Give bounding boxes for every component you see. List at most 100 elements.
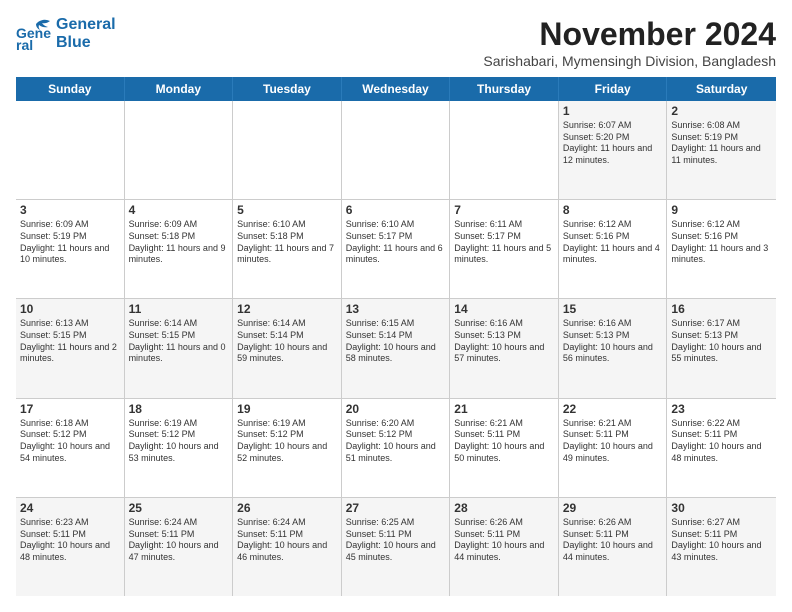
day-num-9: 9 [671, 203, 772, 217]
weekday-monday: Monday [125, 77, 234, 101]
cal-cell-r3-c3: 20Sunrise: 6:20 AM Sunset: 5:12 PM Dayli… [342, 399, 451, 497]
page: Gene ral General Blue November 2024 Sari… [0, 0, 792, 612]
day-num-1: 1 [563, 104, 663, 118]
day-num-27: 27 [346, 501, 446, 515]
cal-row-3: 17 Sunrise: 6:18 AM Sunset: 5:12 PM Dayli… [16, 399, 776, 498]
day-num-10: 10 [20, 302, 120, 316]
cell-text-19: Sunrise: 6:19 AM Sunset: 5:12 PM Dayligh… [237, 418, 337, 465]
cell-text-1: Sunrise: 6:07 AM Sunset: 5:20 PM Dayligh… [563, 120, 663, 167]
cell-text-24: Sunrise: 6:23 AM Sunset: 5:11 PM Dayligh… [20, 517, 120, 564]
day-num-19: 19 [237, 402, 337, 416]
cal-cell-r4-c0: 24 Sunrise: 6:23 AM Sunset: 5:11 PM Dayli… [16, 498, 125, 596]
cell-text-22: Sunrise: 6:21 AM Sunset: 5:11 PM Dayligh… [563, 418, 663, 465]
cell-text-2: Sunrise: 6:08 AM Sunset: 5:19 PM Dayligh… [671, 120, 772, 167]
header: Gene ral General Blue November 2024 Sari… [16, 16, 776, 69]
cal-cell-r2-c0: 10 Sunrise: 6:13 AM Sunset: 5:15 PM Dayli… [16, 299, 125, 397]
cell-text-27: Sunrise: 6:25 AM Sunset: 5:11 PM Dayligh… [346, 517, 446, 564]
day-num-12: 12 [237, 302, 337, 316]
cell-text-8: Sunrise: 6:12 AM Sunset: 5:16 PM Dayligh… [563, 219, 663, 266]
day-num-5: 5 [237, 203, 337, 217]
day-num-4: 4 [129, 203, 229, 217]
cal-cell-r0-c1 [125, 101, 234, 199]
cal-cell-r2-c4: 14Sunrise: 6:16 AM Sunset: 5:13 PM Dayli… [450, 299, 559, 397]
day-num-29: 29 [563, 501, 663, 515]
day-num-24: 24 [20, 501, 120, 515]
cal-row-2: 10 Sunrise: 6:13 AM Sunset: 5:15 PM Dayli… [16, 299, 776, 398]
cell-text-6: Sunrise: 6:10 AM Sunset: 5:17 PM Dayligh… [346, 219, 446, 266]
day-num-22: 22 [563, 402, 663, 416]
cal-cell-r4-c3: 27 Sunrise: 6:25 AM Sunset: 5:11 PM Dayli… [342, 498, 451, 596]
cal-cell-r3-c1: 18Sunrise: 6:19 AM Sunset: 5:12 PM Dayli… [125, 399, 234, 497]
cell-text-7: Sunrise: 6:11 AM Sunset: 5:17 PM Dayligh… [454, 219, 554, 266]
cell-text-12: Sunrise: 6:14 AM Sunset: 5:14 PM Dayligh… [237, 318, 337, 365]
day-num-25: 25 [129, 501, 229, 515]
day-num-30: 30 [671, 501, 772, 515]
cell-text-9: Sunrise: 6:12 AM Sunset: 5:16 PM Dayligh… [671, 219, 772, 266]
weekday-saturday: Saturday [667, 77, 776, 101]
cell-text-15: Sunrise: 6:16 AM Sunset: 5:13 PM Dayligh… [563, 318, 663, 365]
location-title: Sarishabari, Mymensingh Division, Bangla… [483, 53, 776, 69]
cal-cell-r1-c0: 3Sunrise: 6:09 AM Sunset: 5:19 PM Daylig… [16, 200, 125, 298]
cell-text-17: Sunrise: 6:18 AM Sunset: 5:12 PM Dayligh… [20, 418, 120, 465]
cell-text-5: Sunrise: 6:10 AM Sunset: 5:18 PM Dayligh… [237, 219, 337, 266]
calendar-body: 1 Sunrise: 6:07 AM Sunset: 5:20 PM Daylig… [16, 101, 776, 596]
cal-cell-r4-c6: 30 Sunrise: 6:27 AM Sunset: 5:11 PM Dayli… [667, 498, 776, 596]
day-num-23: 23 [671, 402, 772, 416]
day-num-18: 18 [129, 402, 229, 416]
cell-text-3: Sunrise: 6:09 AM Sunset: 5:19 PM Dayligh… [20, 219, 120, 266]
cal-cell-r1-c3: 6 Sunrise: 6:10 AM Sunset: 5:17 PM Daylig… [342, 200, 451, 298]
weekday-sunday: Sunday [16, 77, 125, 101]
cell-text-10: Sunrise: 6:13 AM Sunset: 5:15 PM Dayligh… [20, 318, 120, 365]
cal-cell-r1-c1: 4Sunrise: 6:09 AM Sunset: 5:18 PM Daylig… [125, 200, 234, 298]
cal-cell-r1-c2: 5 Sunrise: 6:10 AM Sunset: 5:18 PM Daylig… [233, 200, 342, 298]
cal-cell-r4-c5: 29 Sunrise: 6:26 AM Sunset: 5:11 PM Dayli… [559, 498, 668, 596]
weekday-wednesday: Wednesday [342, 77, 451, 101]
day-num-17: 17 [20, 402, 120, 416]
cal-cell-r2-c2: 12 Sunrise: 6:14 AM Sunset: 5:14 PM Dayli… [233, 299, 342, 397]
month-title: November 2024 [483, 16, 776, 53]
cal-cell-r3-c2: 19 Sunrise: 6:19 AM Sunset: 5:12 PM Dayli… [233, 399, 342, 497]
logo-line2: Blue [56, 34, 116, 52]
cal-cell-r1-c4: 7 Sunrise: 6:11 AM Sunset: 5:17 PM Daylig… [450, 200, 559, 298]
cal-cell-r0-c4 [450, 101, 559, 199]
cal-cell-r3-c6: 23 Sunrise: 6:22 AM Sunset: 5:11 PM Dayli… [667, 399, 776, 497]
day-num-13: 13 [346, 302, 446, 316]
cal-row-0: 1 Sunrise: 6:07 AM Sunset: 5:20 PM Daylig… [16, 101, 776, 200]
cal-cell-r2-c1: 11Sunrise: 6:14 AM Sunset: 5:15 PM Dayli… [125, 299, 234, 397]
cal-cell-r3-c4: 21Sunrise: 6:21 AM Sunset: 5:11 PM Dayli… [450, 399, 559, 497]
cell-text-16: Sunrise: 6:17 AM Sunset: 5:13 PM Dayligh… [671, 318, 772, 365]
day-num-16: 16 [671, 302, 772, 316]
cal-cell-r3-c5: 22 Sunrise: 6:21 AM Sunset: 5:11 PM Dayli… [559, 399, 668, 497]
cal-cell-r0-c3 [342, 101, 451, 199]
cal-row-4: 24 Sunrise: 6:23 AM Sunset: 5:11 PM Dayli… [16, 498, 776, 596]
cal-cell-r0-c5: 1 Sunrise: 6:07 AM Sunset: 5:20 PM Daylig… [559, 101, 668, 199]
day-num-14: 14 [454, 302, 554, 316]
cell-text-29: Sunrise: 6:26 AM Sunset: 5:11 PM Dayligh… [563, 517, 663, 564]
cell-text-23: Sunrise: 6:22 AM Sunset: 5:11 PM Dayligh… [671, 418, 772, 465]
day-num-6: 6 [346, 203, 446, 217]
cell-text-30: Sunrise: 6:27 AM Sunset: 5:11 PM Dayligh… [671, 517, 772, 564]
cell-text-26: Sunrise: 6:24 AM Sunset: 5:11 PM Dayligh… [237, 517, 337, 564]
day-num-7: 7 [454, 203, 554, 217]
cell-text-28: Sunrise: 6:26 AM Sunset: 5:11 PM Dayligh… [454, 517, 554, 564]
day-num-28: 28 [454, 501, 554, 515]
day-num-2: 2 [671, 104, 772, 118]
day-num-26: 26 [237, 501, 337, 515]
weekday-friday: Friday [559, 77, 668, 101]
cal-row-1: 3Sunrise: 6:09 AM Sunset: 5:19 PM Daylig… [16, 200, 776, 299]
cal-cell-r0-c2 [233, 101, 342, 199]
cal-cell-r0-c0 [16, 101, 125, 199]
cal-cell-r1-c6: 9 Sunrise: 6:12 AM Sunset: 5:16 PM Daylig… [667, 200, 776, 298]
cell-text-13: Sunrise: 6:15 AM Sunset: 5:14 PM Dayligh… [346, 318, 446, 365]
cal-cell-r2-c3: 13 Sunrise: 6:15 AM Sunset: 5:14 PM Dayli… [342, 299, 451, 397]
logo: Gene ral General Blue [16, 16, 116, 52]
title-block: November 2024 Sarishabari, Mymensingh Di… [483, 16, 776, 69]
cal-cell-r4-c1: 25Sunrise: 6:24 AM Sunset: 5:11 PM Dayli… [125, 498, 234, 596]
cal-cell-r2-c6: 16 Sunrise: 6:17 AM Sunset: 5:13 PM Dayli… [667, 299, 776, 397]
day-num-8: 8 [563, 203, 663, 217]
weekday-thursday: Thursday [450, 77, 559, 101]
logo-line1: General [56, 16, 116, 34]
day-num-15: 15 [563, 302, 663, 316]
cal-cell-r4-c2: 26 Sunrise: 6:24 AM Sunset: 5:11 PM Dayli… [233, 498, 342, 596]
cal-cell-r0-c6: 2 Sunrise: 6:08 AM Sunset: 5:19 PM Daylig… [667, 101, 776, 199]
